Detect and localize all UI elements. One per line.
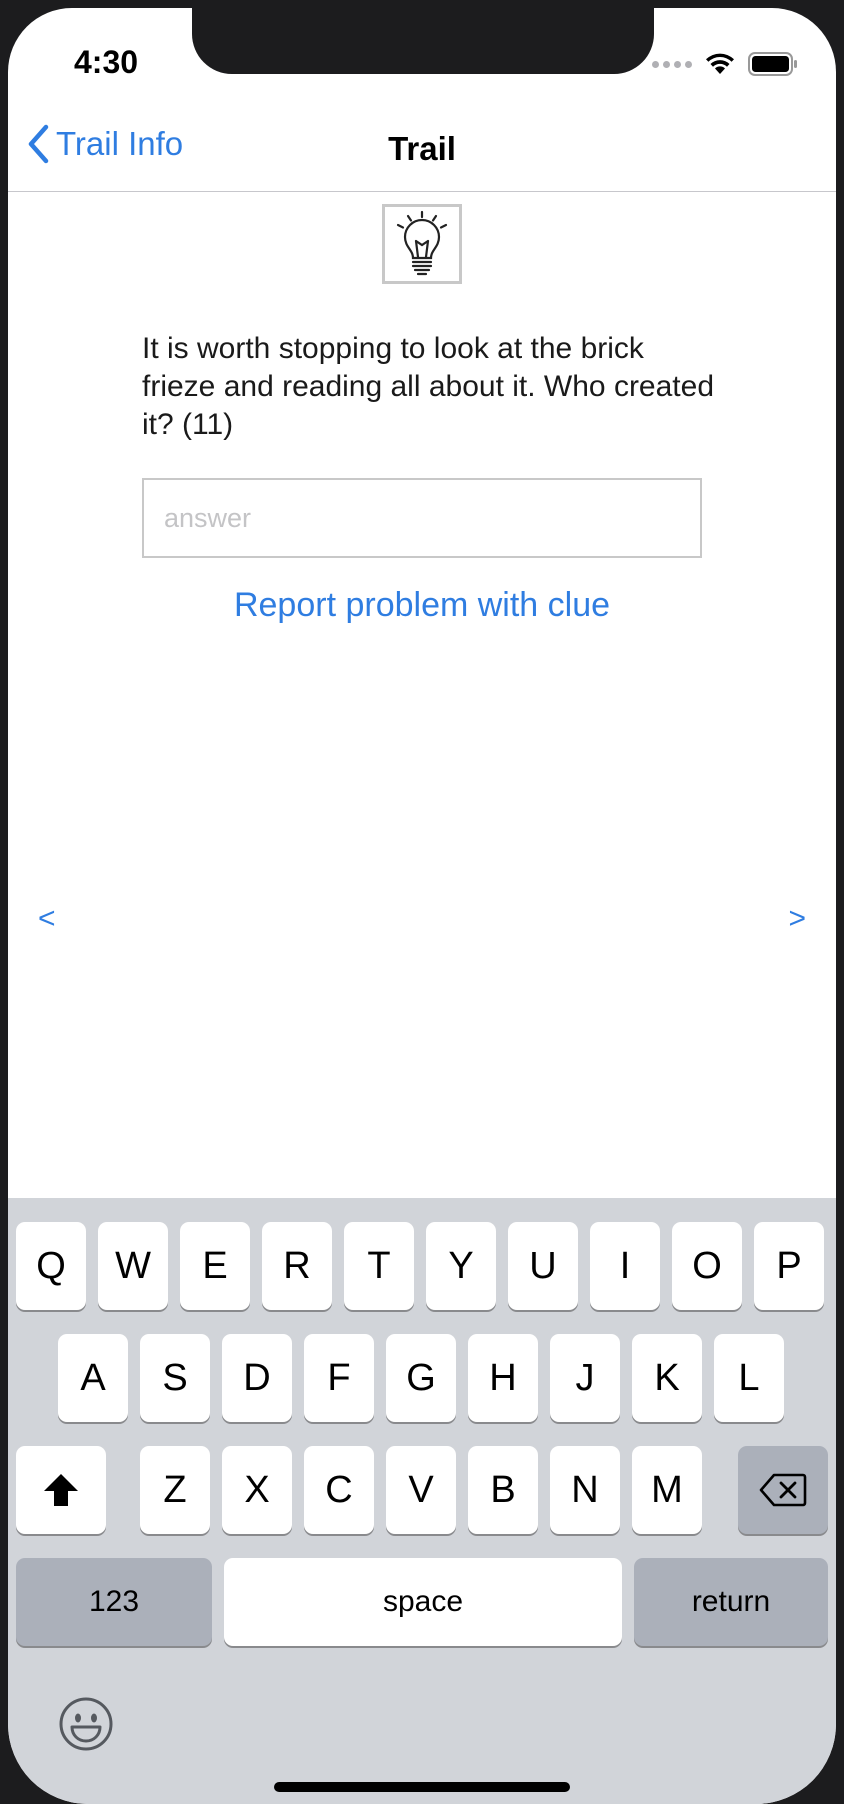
clue-text: It is worth stopping to look at the bric… bbox=[142, 332, 715, 441]
key-m[interactable]: M bbox=[632, 1446, 702, 1534]
space-key[interactable]: space bbox=[224, 1558, 622, 1646]
emoji-icon[interactable] bbox=[58, 1696, 114, 1752]
previous-clue-button[interactable]: < bbox=[38, 902, 56, 936]
key-s[interactable]: S bbox=[140, 1334, 210, 1422]
home-indicator bbox=[274, 1782, 570, 1792]
key-t[interactable]: T bbox=[344, 1222, 414, 1310]
key-j[interactable]: J bbox=[550, 1334, 620, 1422]
cellular-signal-icon bbox=[652, 60, 692, 68]
key-w[interactable]: W bbox=[98, 1222, 168, 1310]
key-v[interactable]: V bbox=[386, 1446, 456, 1534]
notch bbox=[192, 8, 654, 74]
key-b[interactable]: B bbox=[468, 1446, 538, 1534]
shift-key[interactable] bbox=[16, 1446, 106, 1534]
key-d[interactable]: D bbox=[222, 1334, 292, 1422]
key-o[interactable]: O bbox=[672, 1222, 742, 1310]
wifi-icon bbox=[704, 52, 736, 76]
key-x[interactable]: X bbox=[222, 1446, 292, 1534]
key-e[interactable]: E bbox=[180, 1222, 250, 1310]
key-a[interactable]: A bbox=[58, 1334, 128, 1422]
backspace-icon bbox=[759, 1473, 807, 1507]
numbers-key[interactable]: 123 bbox=[16, 1558, 212, 1646]
answer-input[interactable] bbox=[142, 478, 702, 558]
key-u[interactable]: U bbox=[508, 1222, 578, 1310]
key-c[interactable]: C bbox=[304, 1446, 374, 1534]
key-n[interactable]: N bbox=[550, 1446, 620, 1534]
lightbulb-icon bbox=[382, 204, 462, 284]
navigation-bar: Trail Info Trail bbox=[8, 108, 836, 192]
phone-screen: 4:30 Trail Info Trail It is worth stoppi… bbox=[8, 8, 836, 1804]
key-h[interactable]: H bbox=[468, 1334, 538, 1422]
shift-arrow-icon bbox=[44, 1474, 78, 1506]
delete-key[interactable] bbox=[738, 1446, 828, 1534]
key-f[interactable]: F bbox=[304, 1334, 374, 1422]
key-q[interactable]: Q bbox=[16, 1222, 86, 1310]
key-k[interactable]: K bbox=[632, 1334, 702, 1422]
on-screen-keyboard: Q W E R T Y U I O P A S D F G H J K L Z … bbox=[8, 1198, 836, 1804]
key-i[interactable]: I bbox=[590, 1222, 660, 1310]
key-l[interactable]: L bbox=[714, 1334, 784, 1422]
report-problem-link[interactable]: Report problem with clue bbox=[8, 586, 836, 625]
return-key[interactable]: return bbox=[634, 1558, 828, 1646]
next-clue-button[interactable]: > bbox=[788, 902, 806, 936]
status-bar-icons bbox=[652, 52, 798, 76]
battery-icon bbox=[748, 52, 798, 76]
key-z[interactable]: Z bbox=[140, 1446, 210, 1534]
key-y[interactable]: Y bbox=[426, 1222, 496, 1310]
page-title: Trail bbox=[388, 130, 456, 167]
key-p[interactable]: P bbox=[754, 1222, 824, 1310]
key-r[interactable]: R bbox=[262, 1222, 332, 1310]
status-time: 4:30 bbox=[74, 44, 139, 80]
key-g[interactable]: G bbox=[386, 1334, 456, 1422]
